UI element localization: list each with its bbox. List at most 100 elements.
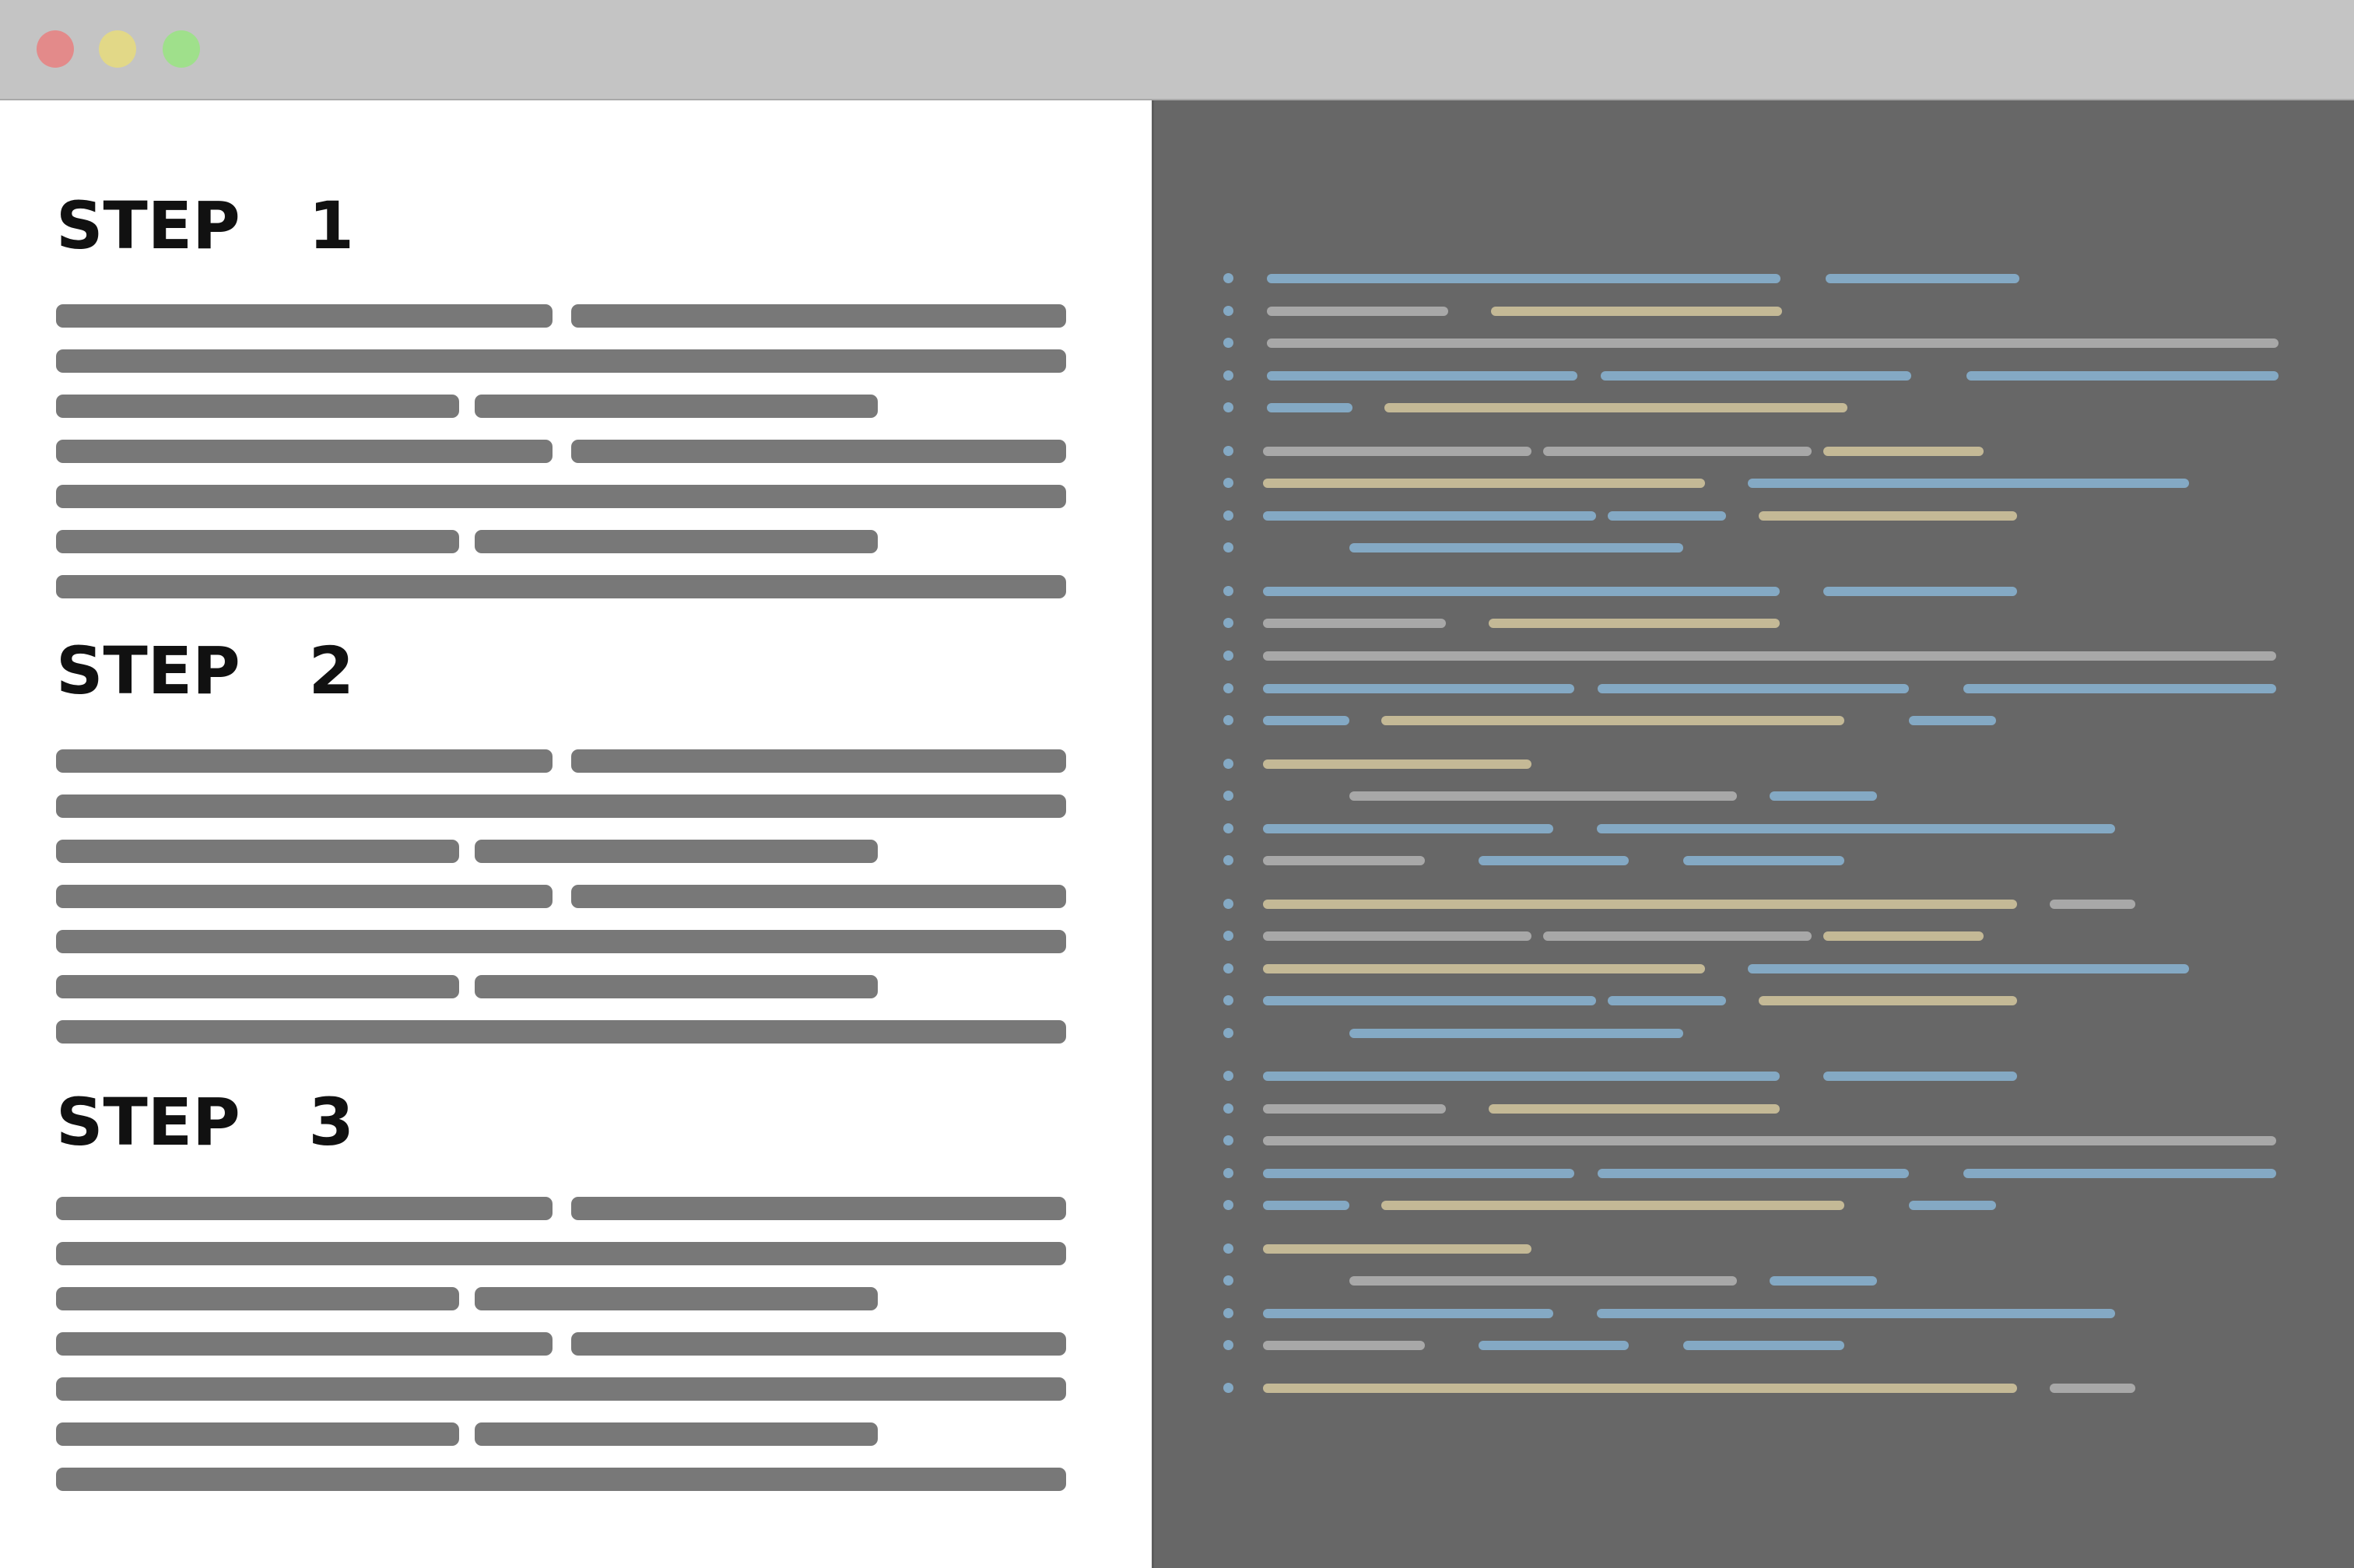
code-line: [1154, 586, 2354, 597]
close-window-button[interactable]: [37, 30, 74, 68]
text-line-placeholder: [475, 1422, 878, 1446]
code-token: [1963, 1169, 2276, 1178]
maximize-window-button[interactable]: [163, 30, 200, 68]
code-token: [1491, 307, 1782, 316]
minimize-window-button[interactable]: [99, 30, 136, 68]
code-token: [1823, 447, 1984, 456]
code-token: [1263, 651, 2276, 661]
text-line-placeholder: [56, 395, 459, 418]
line-marker-dot: [1223, 963, 1233, 973]
code-token: [1267, 274, 1780, 283]
code-line: [1154, 1275, 2354, 1286]
code-token: [1263, 587, 1780, 596]
code-line: [1154, 931, 2354, 942]
code-token: [1263, 716, 1349, 725]
text-line-placeholder: [56, 930, 1066, 953]
text-line-placeholder: [56, 1287, 459, 1310]
code-token: [1263, 856, 1425, 865]
code-line: [1154, 618, 2354, 629]
code-token: [1597, 824, 2115, 833]
text-line-placeholder: [475, 975, 878, 998]
code-token: [1263, 619, 1446, 628]
line-marker-dot: [1223, 1308, 1233, 1318]
code-token: [1608, 511, 1726, 521]
code-line: [1154, 683, 2354, 694]
text-line-placeholder: [56, 795, 1066, 818]
code-token: [1384, 403, 1847, 412]
code-line: [1154, 478, 2354, 489]
code-token: [1683, 1341, 1844, 1350]
code-line: [1154, 715, 2354, 726]
text-line-placeholder: [56, 1197, 553, 1220]
code-token: [1543, 931, 1812, 941]
text-line-placeholder: [571, 304, 1066, 328]
code-token: [1826, 274, 2019, 283]
line-marker-dot: [1223, 899, 1233, 909]
line-marker-dot: [1223, 273, 1233, 283]
code-line: [1154, 1168, 2354, 1179]
code-token: [1263, 759, 1531, 769]
step-heading: STEP 3: [56, 1084, 354, 1160]
code-token: [1479, 1341, 1629, 1350]
text-line-placeholder: [56, 1242, 1066, 1265]
line-marker-dot: [1223, 1275, 1233, 1286]
text-line-placeholder: [56, 304, 553, 328]
code-token: [1543, 447, 1812, 456]
code-token: [1267, 339, 2279, 348]
code-line: [1154, 1244, 2354, 1254]
code-token: [1263, 1341, 1425, 1350]
line-marker-dot: [1223, 759, 1233, 769]
code-token: [1823, 1072, 2017, 1081]
line-marker-dot: [1223, 1135, 1233, 1145]
code-token: [1263, 684, 1574, 693]
code-token: [1263, 996, 1596, 1005]
line-marker-dot: [1223, 1103, 1233, 1114]
code-token: [1263, 900, 2017, 909]
code-token: [1263, 1072, 1780, 1081]
line-marker-dot: [1223, 791, 1233, 801]
line-marker-dot: [1223, 510, 1233, 521]
code-token: [2050, 1384, 2135, 1393]
code-line: [1154, 995, 2354, 1006]
line-marker-dot: [1223, 1071, 1233, 1081]
code-token: [1381, 1201, 1844, 1210]
code-token: [1597, 1309, 2115, 1318]
code-token: [1770, 1276, 1877, 1286]
step-heading: STEP 2: [56, 633, 354, 709]
code-token: [1479, 856, 1629, 865]
text-line-placeholder: [56, 1422, 459, 1446]
text-line-placeholder: [56, 1468, 1066, 1491]
line-marker-dot: [1223, 1028, 1233, 1038]
code-token: [1598, 1169, 1909, 1178]
line-marker-dot: [1223, 823, 1233, 833]
code-line: [1154, 759, 2354, 770]
line-marker-dot: [1223, 651, 1233, 661]
code-token: [1267, 307, 1448, 316]
line-marker-dot: [1223, 1244, 1233, 1254]
code-token: [1263, 1309, 1553, 1318]
text-line-placeholder: [571, 1332, 1066, 1356]
line-marker-dot: [1223, 446, 1233, 456]
line-marker-dot: [1223, 370, 1233, 381]
code-token: [1263, 1169, 1574, 1178]
text-line-placeholder: [571, 1197, 1066, 1220]
code-token: [1489, 619, 1780, 628]
line-marker-dot: [1223, 683, 1233, 693]
text-line-placeholder: [56, 440, 553, 463]
code-line: [1154, 370, 2354, 381]
code-token: [1263, 447, 1531, 456]
code-token: [1489, 1104, 1780, 1114]
code-line: [1154, 651, 2354, 661]
line-marker-dot: [1223, 338, 1233, 348]
code-line: [1154, 823, 2354, 834]
line-marker-dot: [1223, 542, 1233, 552]
text-line-placeholder: [56, 530, 459, 553]
code-line: [1154, 446, 2354, 457]
code-token: [1263, 1201, 1349, 1210]
line-marker-dot: [1223, 1168, 1233, 1178]
code-line: [1154, 1383, 2354, 1394]
code-editor-pane: [1152, 100, 2354, 1568]
code-token: [1349, 1029, 1683, 1038]
code-token: [1683, 856, 1844, 865]
code-token: [1267, 403, 1352, 412]
